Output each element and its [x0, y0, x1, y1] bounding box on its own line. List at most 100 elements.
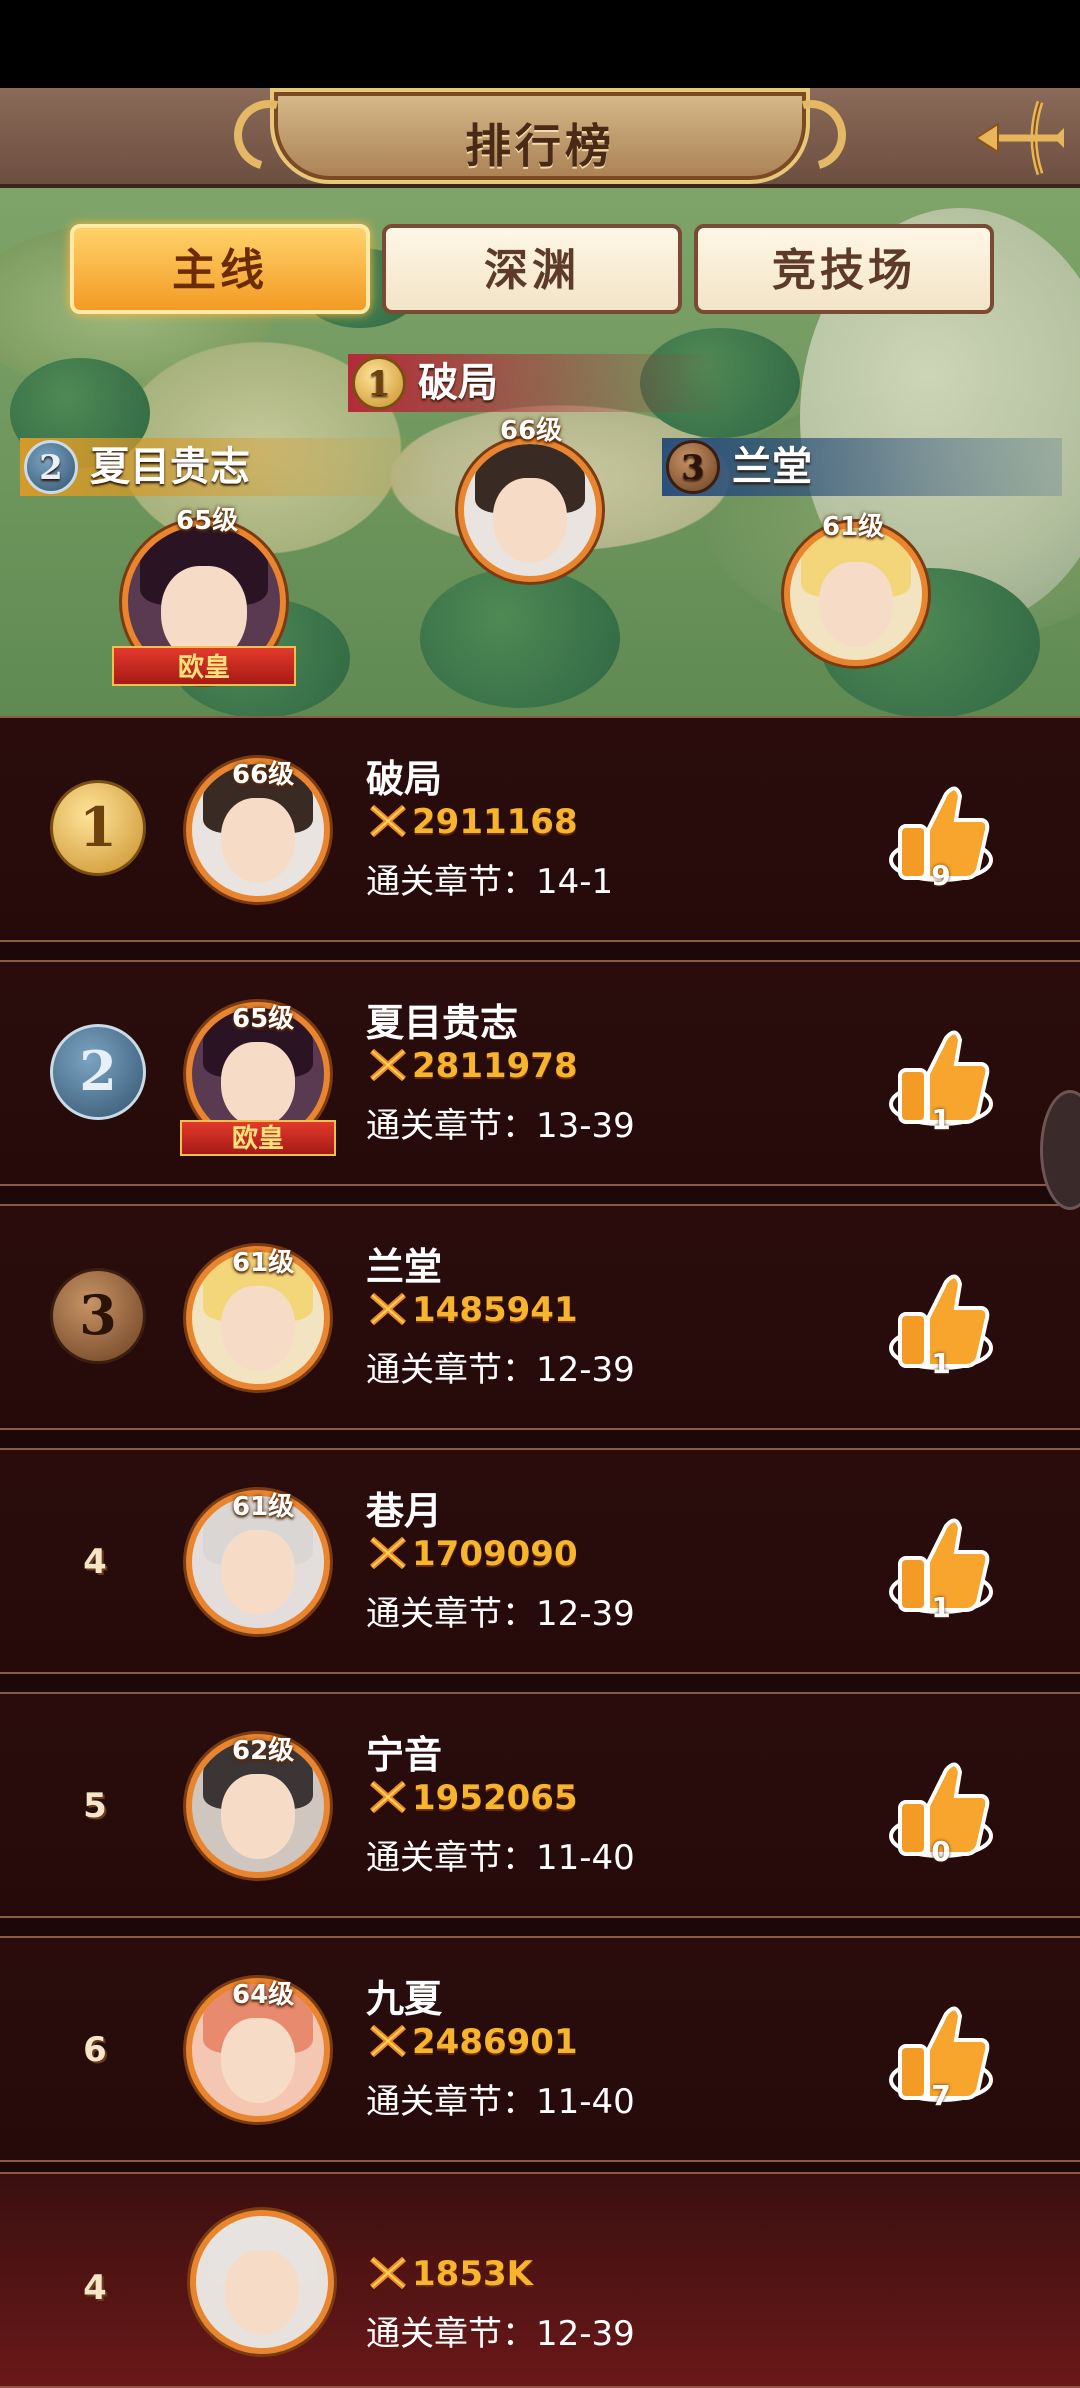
- player-name: 巷月: [366, 1489, 443, 1533]
- title-badge: 欧皇: [180, 1120, 336, 1156]
- crossed-swords-icon: [370, 1048, 406, 1082]
- chapter-progress: 通关章节：14-1: [366, 862, 614, 902]
- podium-player-name: 兰堂: [732, 444, 812, 490]
- title-plate: 排行榜: [221, 87, 859, 184]
- like-count: 9: [931, 859, 951, 892]
- rank-medal-icon: 3: [50, 1268, 146, 1364]
- player-level: 64级: [232, 1980, 295, 2010]
- chapter-progress: 通关章节：12-39: [366, 1350, 635, 1390]
- header: 排行榜: [0, 87, 1080, 188]
- like-button[interactable]: 9: [886, 774, 996, 894]
- player-power: 2911168: [368, 802, 578, 842]
- like-button[interactable]: 1: [886, 1262, 996, 1382]
- leaderboard-row[interactable]: 6 64级 九夏 2486901 通关章节：11-40 7: [0, 1936, 1080, 2162]
- player-name: 九夏: [366, 1977, 443, 2021]
- podium-level-1: 66级: [500, 416, 563, 446]
- leaderboard-row[interactable]: 4 61级 巷月 1709090 通关章节：12-39 1: [0, 1448, 1080, 1674]
- rank-medal-icon: 2: [50, 1024, 146, 1120]
- player-power: 2811978: [368, 1046, 578, 1086]
- crossed-swords-icon: [370, 1292, 406, 1326]
- player-power: 1709090: [368, 1534, 578, 1574]
- crossed-swords-icon: [370, 1780, 406, 1814]
- my-chapter: 通关章节：12-39: [366, 2314, 635, 2354]
- power-value: 1952065: [412, 1778, 578, 1818]
- podium-map: 主线 深渊 竞技场 1 破局 2 夏目贵志 3 兰堂 66级 65级 欧皇 61…: [0, 188, 1080, 716]
- player-power: 2486901: [368, 2022, 578, 2062]
- my-rank-row: 4 1853K 通关章节：12-39: [0, 2172, 1080, 2388]
- crossed-swords-icon: [370, 2024, 406, 2058]
- power-value: 2486901: [412, 2022, 578, 2062]
- page-title: 排行榜: [465, 119, 615, 173]
- podium-name-2: 2 夏目贵志: [20, 438, 440, 496]
- podium-level-3: 61级: [822, 512, 885, 542]
- like-button[interactable]: 1: [886, 1018, 996, 1138]
- rank-medal-icon: 1: [50, 780, 146, 876]
- avatar-face: [221, 798, 295, 883]
- tab-main[interactable]: 主线: [70, 224, 370, 314]
- like-count: 1: [931, 1591, 951, 1624]
- avatar-face: [221, 1530, 295, 1615]
- back-button[interactable]: [970, 92, 1066, 184]
- back-arrow-icon: [974, 100, 1064, 176]
- chapter-progress: 通关章节：11-40: [366, 1838, 635, 1878]
- player-power: 1952065: [368, 1778, 578, 1818]
- crossed-swords-icon: [370, 2256, 406, 2290]
- player-level: 61级: [232, 1248, 295, 1278]
- player-name: 宁音: [366, 1733, 443, 1777]
- player-power: 1485941: [368, 1290, 578, 1330]
- leaderboard-row[interactable]: 1 66级 破局 2911168 通关章节：14-1 9: [0, 716, 1080, 942]
- my-power-value: 1853K: [412, 2254, 533, 2294]
- rank-number: 4: [83, 1542, 107, 1582]
- leaderboard-row[interactable]: 2 65级 欧皇 夏目贵志 2811978 通关章节：13-39 1: [0, 960, 1080, 1186]
- map-tree: [420, 568, 620, 708]
- avatar-face: [225, 2250, 299, 2335]
- chapter-progress: 通关章节：13-39: [366, 1106, 635, 1146]
- avatar-face: [221, 1774, 295, 1859]
- podium-name-3: 3 兰堂: [662, 438, 1062, 496]
- player-name: 夏目贵志: [366, 1001, 519, 1045]
- avatar-face: [493, 478, 567, 563]
- player-name: 兰堂: [366, 1245, 443, 1289]
- power-value: 2911168: [412, 802, 578, 842]
- avatar-face: [221, 1042, 295, 1127]
- like-button[interactable]: 7: [886, 1994, 996, 2114]
- podium-player-name: 破局: [418, 360, 498, 406]
- status-bar: [0, 0, 1080, 88]
- rank-medal-bronze: 3: [666, 440, 720, 494]
- like-count: 1: [931, 1347, 951, 1380]
- rank-number: 6: [83, 2030, 107, 2070]
- my-rank-number: 4: [83, 2268, 107, 2308]
- player-name: 破局: [366, 757, 443, 801]
- podium-avatar-1[interactable]: [458, 438, 602, 582]
- chapter-progress: 通关章节：12-39: [366, 1594, 635, 1634]
- player-level: 62级: [232, 1736, 295, 1766]
- my-power: 1853K: [368, 2254, 533, 2294]
- crossed-swords-icon: [370, 804, 406, 838]
- podium-name-1: 1 破局: [348, 354, 728, 412]
- like-button[interactable]: 1: [886, 1506, 996, 1626]
- tab-arena[interactable]: 竞技场: [694, 224, 994, 314]
- avatar-face: [221, 1286, 295, 1371]
- power-value: 1709090: [412, 1534, 578, 1574]
- title-badge: 欧皇: [112, 646, 296, 686]
- crossed-swords-icon: [370, 1536, 406, 1570]
- tab-bar: 主线 深渊 竞技场: [70, 224, 994, 314]
- player-level: 61级: [232, 1492, 295, 1522]
- power-value: 1485941: [412, 1290, 578, 1330]
- rank-medal-silver: 2: [24, 440, 78, 494]
- like-count: 1: [931, 1103, 951, 1136]
- leaderboard-row[interactable]: 5 62级 宁音 1952065 通关章节：11-40 0: [0, 1692, 1080, 1918]
- my-avatar[interactable]: [190, 2210, 334, 2354]
- avatar-face: [819, 562, 893, 647]
- chapter-progress: 通关章节：11-40: [366, 2082, 635, 2122]
- like-button[interactable]: 0: [886, 1750, 996, 1870]
- player-level: 66级: [232, 760, 295, 790]
- like-count: 0: [931, 1835, 951, 1868]
- player-level: 65级: [232, 1004, 295, 1034]
- rank-medal-gold: 1: [352, 356, 406, 410]
- podium-avatar-3[interactable]: [784, 522, 928, 666]
- tab-abyss[interactable]: 深渊: [382, 224, 682, 314]
- leaderboard-row[interactable]: 3 61级 兰堂 1485941 通关章节：12-39 1: [0, 1204, 1080, 1430]
- podium-level-2: 65级: [176, 506, 239, 536]
- power-value: 2811978: [412, 1046, 578, 1086]
